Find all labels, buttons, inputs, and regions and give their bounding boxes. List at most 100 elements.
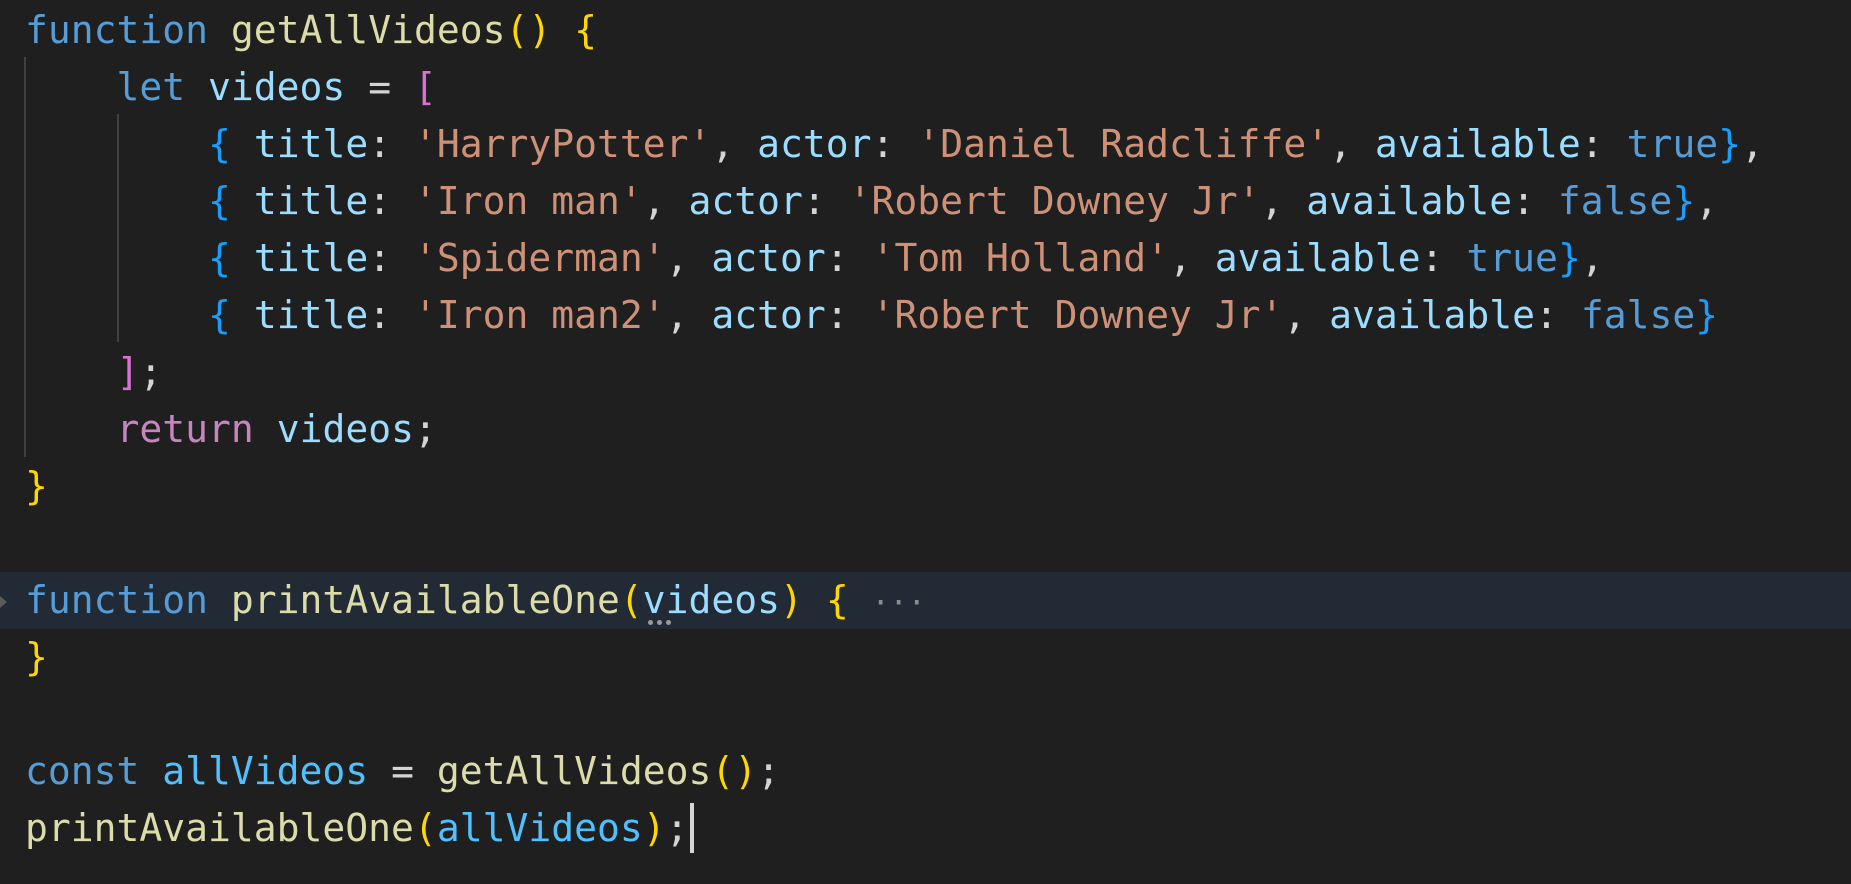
code-token: false xyxy=(1557,179,1673,223)
code-token: available xyxy=(1329,293,1536,337)
folded-region-icon[interactable] xyxy=(0,596,7,608)
code-token: videos xyxy=(642,578,781,622)
code-line[interactable]: printAvailableOne(allVideos); xyxy=(0,800,1851,857)
code-line-text: } xyxy=(25,629,48,686)
code-token: ( xyxy=(413,806,437,850)
code-token: : xyxy=(368,236,414,280)
code-token: , xyxy=(1695,179,1719,223)
code-token: 'Spiderman' xyxy=(413,236,666,280)
code-token: : xyxy=(1535,293,1581,337)
code-line-text: const allVideos = getAllVideos(); xyxy=(25,743,780,800)
code-line[interactable] xyxy=(0,515,1851,572)
code-line[interactable]: const allVideos = getAllVideos(); xyxy=(0,743,1851,800)
code-token: ( xyxy=(619,578,643,622)
code-token: { xyxy=(825,578,849,622)
code-token: : xyxy=(1512,179,1558,223)
code-token: let xyxy=(116,65,186,109)
code-token: title xyxy=(253,293,369,337)
code-token: : xyxy=(871,122,918,166)
code-token: () xyxy=(505,8,552,52)
code-token: true xyxy=(1626,122,1719,166)
code-token: ; xyxy=(757,749,781,793)
code-token: 'Iron man' xyxy=(413,179,643,223)
folded-code-ellipsis[interactable]: ··· xyxy=(872,586,926,621)
code-token: , xyxy=(1168,236,1215,280)
code-line[interactable]: function printAvailableOne(videos) { ··· xyxy=(0,572,1851,629)
code-token: 'Iron man2' xyxy=(413,293,666,337)
code-token: [ xyxy=(413,65,437,109)
code-token: = xyxy=(345,65,414,109)
text-cursor xyxy=(690,803,694,853)
code-line[interactable]: { title: 'Spiderman', actor: 'Tom Hollan… xyxy=(0,230,1851,287)
indent-guide-inner xyxy=(117,114,119,342)
code-token: ; xyxy=(413,407,437,451)
code-line[interactable]: } xyxy=(0,458,1851,515)
unused-variable-hint-icon xyxy=(648,620,678,626)
code-token: ; xyxy=(665,806,689,850)
code-line[interactable]: } xyxy=(0,629,1851,686)
code-line[interactable]: ]; xyxy=(0,344,1851,401)
code-token: function xyxy=(25,8,209,52)
code-line-text: ]; xyxy=(25,344,163,401)
code-token: , xyxy=(1260,179,1307,223)
code-token: return xyxy=(116,407,254,451)
code-token: 'HarryPotter' xyxy=(413,122,712,166)
code-token: { xyxy=(208,236,231,280)
code-token: : xyxy=(368,179,414,223)
code-line-text: { title: 'Spiderman', actor: 'Tom Hollan… xyxy=(25,230,1604,287)
code-token: , xyxy=(711,122,758,166)
code-line-text: { title: 'Iron man2', actor: 'Robert Dow… xyxy=(25,287,1718,344)
code-line[interactable]: let videos = [ xyxy=(0,59,1851,116)
code-line-text: { title: 'Iron man', actor: 'Robert Down… xyxy=(25,173,1718,230)
code-line-text: function printAvailableOne(videos) { ··· xyxy=(25,572,926,629)
code-token: , xyxy=(1740,122,1764,166)
code-token: 'Daniel Radcliffe' xyxy=(917,122,1330,166)
code-token: : xyxy=(1420,236,1467,280)
code-line[interactable]: return videos; xyxy=(0,401,1851,458)
code-token: printAvailableOne xyxy=(230,578,620,622)
code-token: available xyxy=(1306,179,1513,223)
code-token: : xyxy=(368,293,414,337)
code-token: title xyxy=(253,236,369,280)
code-token: ) xyxy=(642,806,666,850)
code-token: { xyxy=(208,293,231,337)
code-line[interactable]: { title: 'Iron man2', actor: 'Robert Dow… xyxy=(0,287,1851,344)
code-token: : xyxy=(825,293,872,337)
code-token: available xyxy=(1374,122,1581,166)
code-token: , xyxy=(665,236,712,280)
code-token: true xyxy=(1466,236,1558,280)
code-line[interactable] xyxy=(0,686,1851,743)
code-line[interactable]: function getAllVideos() { xyxy=(0,2,1851,59)
code-token: , xyxy=(1580,236,1604,280)
indent-guide-outer xyxy=(24,57,26,457)
code-line[interactable]: { title: 'HarryPotter', actor: 'Daniel R… xyxy=(0,116,1851,173)
code-token: ] xyxy=(116,350,140,394)
code-token: 'Robert Downey Jr' xyxy=(848,179,1261,223)
code-token: = xyxy=(368,749,437,793)
code-token: : xyxy=(1580,122,1627,166)
code-token: ; xyxy=(139,350,163,394)
code-line[interactable]: { title: 'Iron man', actor: 'Robert Down… xyxy=(0,173,1851,230)
code-editor[interactable]: printAvailableOne(allVideos); const allVi… xyxy=(0,0,1851,884)
code-token: actor xyxy=(688,179,803,223)
code-token: } xyxy=(1695,293,1719,337)
code-token: } xyxy=(1672,179,1696,223)
code-token: allVideos xyxy=(162,749,369,793)
code-line-text: let videos = [ xyxy=(25,59,437,116)
code-line-text: { title: 'HarryPotter', actor: 'Daniel R… xyxy=(25,116,1764,173)
code-token: , xyxy=(642,179,689,223)
code-token: } xyxy=(1718,122,1741,166)
code-token: actor xyxy=(711,293,826,337)
code-token: printAvailableOne xyxy=(25,806,414,850)
